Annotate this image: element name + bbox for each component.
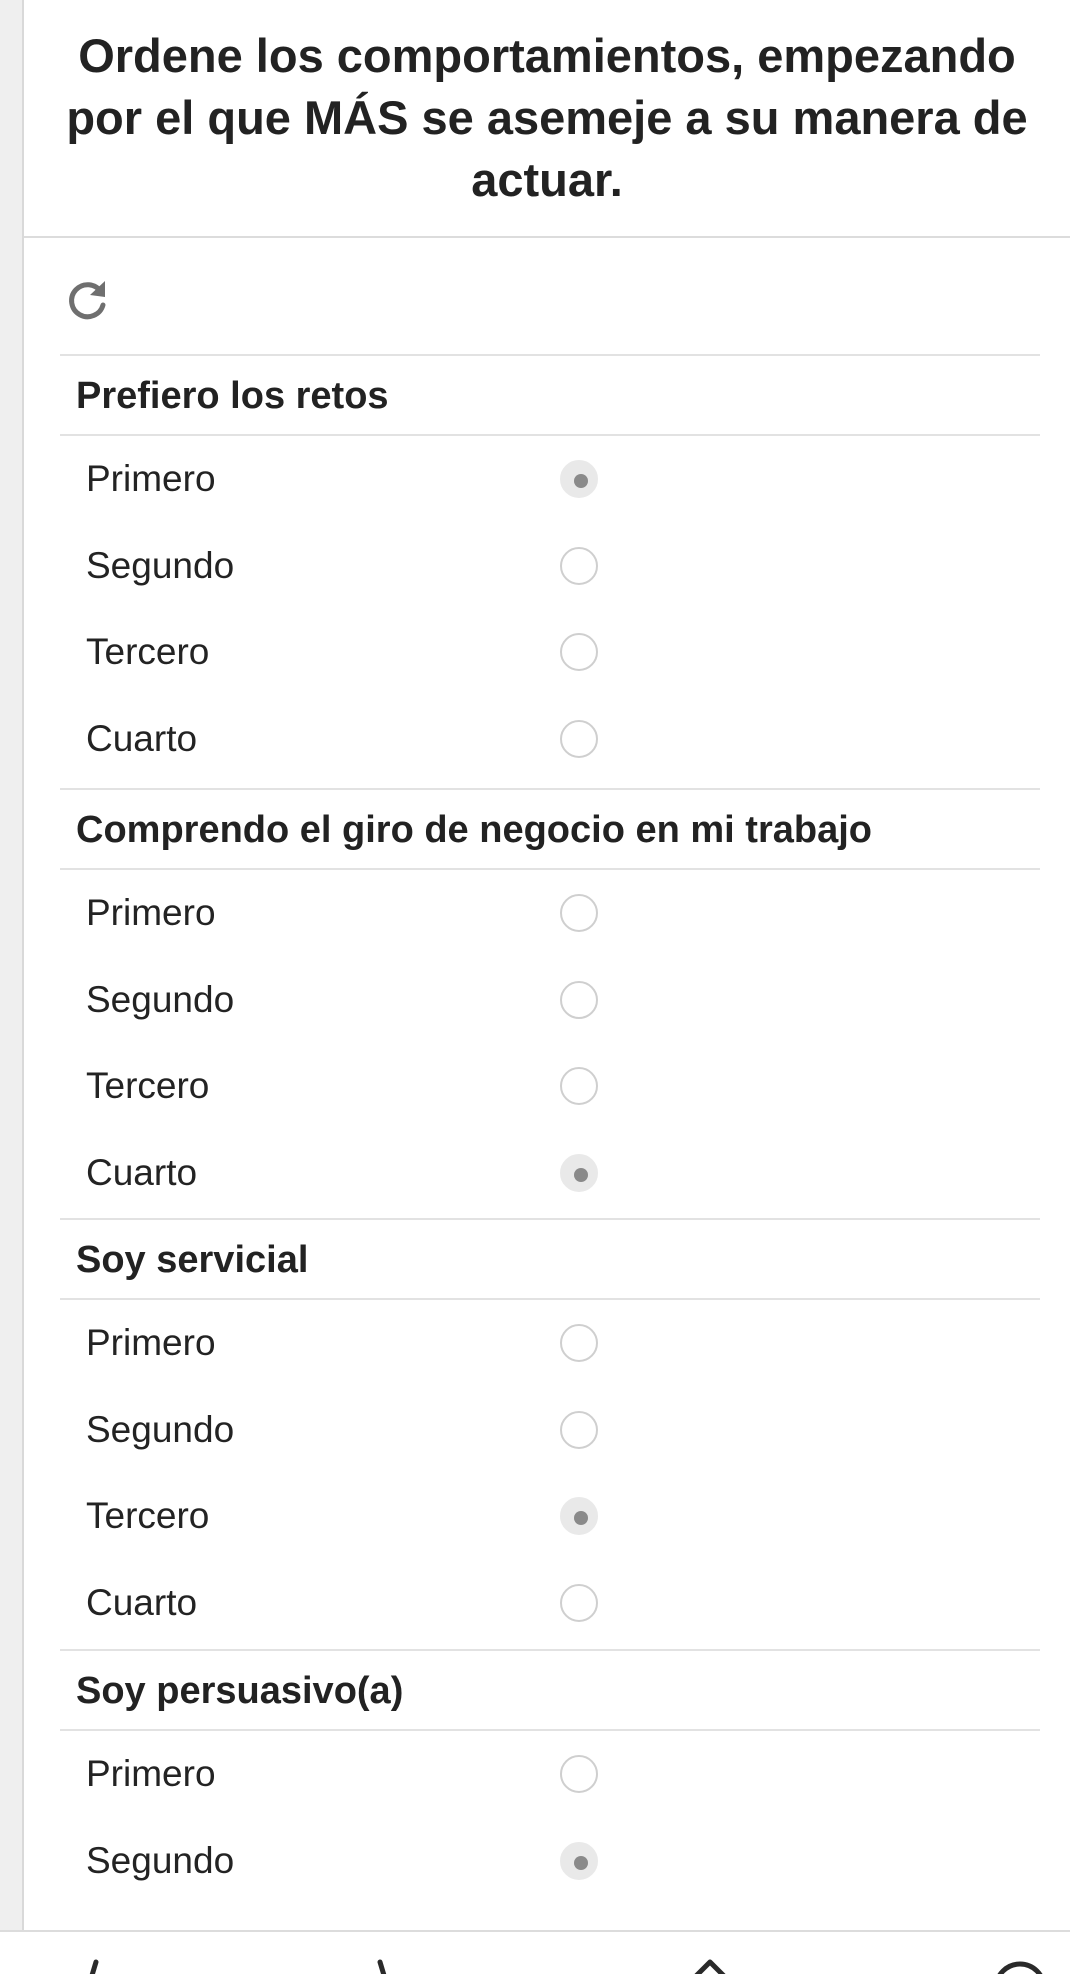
option-label: Segundo bbox=[86, 1408, 235, 1450]
radio-button[interactable] bbox=[560, 980, 598, 1019]
question-group: Soy servicial Primero Segundo Tercero Cu… bbox=[60, 1218, 1040, 1646]
radio-button[interactable] bbox=[560, 1755, 598, 1793]
option-row[interactable]: Primero bbox=[60, 1731, 1040, 1818]
option-row[interactable]: Primero bbox=[60, 436, 1040, 523]
option-row[interactable]: Segundo bbox=[60, 523, 1040, 610]
refresh-button[interactable] bbox=[60, 272, 114, 326]
question-group: Soy persuasivo(a) Primero Segundo bbox=[60, 1649, 1040, 1904]
option-label: Cuarto bbox=[86, 1151, 198, 1193]
left-border-bar bbox=[0, 0, 24, 1932]
option-row[interactable]: Tercero bbox=[60, 1473, 1040, 1560]
radio-button-selected[interactable] bbox=[560, 460, 598, 498]
radio-button-selected[interactable] bbox=[560, 1497, 598, 1535]
option-label: Tercero bbox=[86, 631, 210, 672]
radio-button[interactable] bbox=[560, 546, 598, 585]
option-label: Tercero bbox=[86, 1495, 210, 1536]
refresh-icon bbox=[69, 281, 106, 320]
radio-button[interactable] bbox=[560, 1410, 598, 1449]
toolbar-row bbox=[60, 240, 1040, 356]
page-title: Ordene los comportamientos, empezando po… bbox=[66, 29, 1028, 206]
option-label: Segundo bbox=[86, 544, 235, 586]
option-row[interactable]: Cuarto bbox=[60, 1560, 1040, 1647]
option-label: Segundo bbox=[86, 978, 235, 1020]
option-row[interactable]: Tercero bbox=[60, 1043, 1040, 1130]
question-label: Soy servicial bbox=[60, 1220, 1040, 1300]
option-label: Primero bbox=[86, 1753, 216, 1794]
forward-icon[interactable] bbox=[360, 1952, 420, 1974]
question-group: Comprendo el giro de negocio en mi traba… bbox=[60, 788, 1040, 1216]
option-row[interactable]: Cuarto bbox=[60, 1130, 1040, 1217]
option-label: Cuarto bbox=[86, 717, 198, 759]
question-header: Ordene los comportamientos, empezando po… bbox=[24, 0, 1070, 238]
radio-button[interactable] bbox=[560, 633, 598, 671]
up-icon[interactable] bbox=[680, 1952, 740, 1974]
option-label: Tercero bbox=[86, 1065, 210, 1106]
option-label: Segundo bbox=[86, 1839, 235, 1881]
question-label: Comprendo el giro de negocio en mi traba… bbox=[60, 790, 1040, 870]
radio-button-selected[interactable] bbox=[560, 1153, 598, 1192]
radio-button[interactable] bbox=[560, 1583, 598, 1622]
circle-icon[interactable] bbox=[990, 1952, 1050, 1974]
option-label: Primero bbox=[86, 458, 216, 499]
option-label: Cuarto bbox=[86, 1581, 198, 1623]
option-row[interactable]: Segundo bbox=[60, 1387, 1040, 1474]
back-icon[interactable] bbox=[70, 1952, 130, 1974]
radio-button[interactable] bbox=[560, 1067, 598, 1105]
option-row[interactable]: Segundo bbox=[60, 1818, 1040, 1905]
radio-button[interactable] bbox=[560, 1324, 598, 1362]
question-group: Prefiero los retos Primero Segundo Terce… bbox=[60, 356, 1040, 782]
question-label: Soy persuasivo(a) bbox=[60, 1651, 1040, 1731]
option-row[interactable]: Cuarto bbox=[60, 696, 1040, 783]
radio-button[interactable] bbox=[560, 719, 598, 758]
option-label: Primero bbox=[86, 892, 216, 933]
radio-button[interactable] bbox=[560, 894, 598, 932]
option-row[interactable]: Tercero bbox=[60, 609, 1040, 696]
option-row[interactable]: Segundo bbox=[60, 957, 1040, 1044]
option-row[interactable]: Primero bbox=[60, 870, 1040, 957]
bottom-navigation-bar bbox=[0, 1930, 1070, 1974]
radio-button-selected[interactable] bbox=[560, 1841, 598, 1880]
option-label: Primero bbox=[86, 1322, 216, 1363]
question-label: Prefiero los retos bbox=[60, 356, 1040, 436]
option-row[interactable]: Primero bbox=[60, 1300, 1040, 1387]
